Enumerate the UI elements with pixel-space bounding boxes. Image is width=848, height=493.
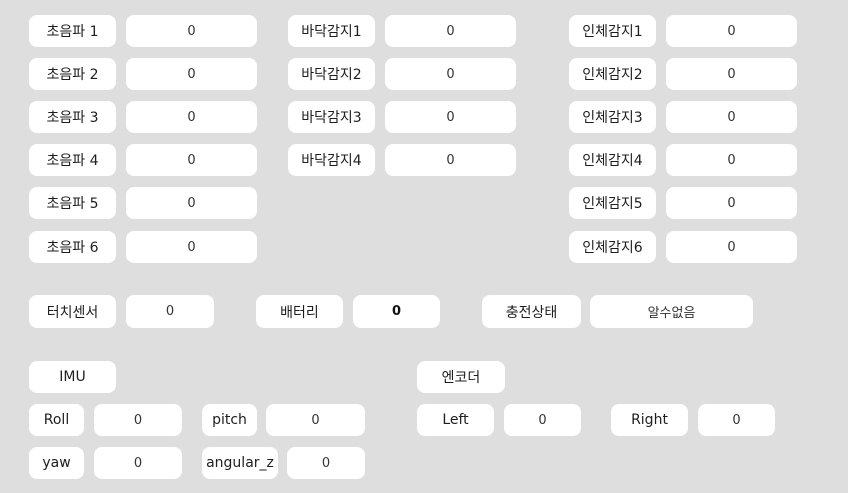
ultrasonic-3-value: 0 <box>126 101 257 133</box>
encoder-left-label: Left <box>417 404 494 436</box>
ultrasonic-4-label: 초음파 4 <box>29 144 116 176</box>
encoder-left-value: 0 <box>504 404 581 436</box>
charge-status-value: 알수없음 <box>590 295 753 328</box>
roll-value: 0 <box>94 404 182 436</box>
encoder-title: 엔코더 <box>417 361 505 393</box>
human-3-value: 0 <box>666 101 797 133</box>
human-6-label: 인체감지6 <box>569 231 656 263</box>
imu-title: IMU <box>29 361 116 393</box>
floor-1-value: 0 <box>385 15 516 47</box>
ultrasonic-1-label: 초음파 1 <box>29 15 116 47</box>
encoder-right-value: 0 <box>698 404 775 436</box>
human-3-label: 인체감지3 <box>569 101 656 133</box>
yaw-value: 0 <box>94 447 182 479</box>
charge-status-label: 충전상태 <box>482 295 581 328</box>
ultrasonic-5-value: 0 <box>126 187 257 219</box>
floor-2-value: 0 <box>385 58 516 90</box>
pitch-label: pitch <box>202 404 257 436</box>
yaw-label: yaw <box>29 447 84 479</box>
floor-3-value: 0 <box>385 101 516 133</box>
pitch-value: 0 <box>266 404 365 436</box>
ultrasonic-2-label: 초음파 2 <box>29 58 116 90</box>
ultrasonic-6-label: 초음파 6 <box>29 231 116 263</box>
floor-3-label: 바닥감지3 <box>288 101 375 133</box>
floor-1-label: 바닥감지1 <box>288 15 375 47</box>
human-6-value: 0 <box>666 231 797 263</box>
ultrasonic-3-label: 초음파 3 <box>29 101 116 133</box>
ultrasonic-2-value: 0 <box>126 58 257 90</box>
touch-sensor-label: 터치센서 <box>29 295 116 328</box>
ultrasonic-5-label: 초음파 5 <box>29 187 116 219</box>
human-2-value: 0 <box>666 58 797 90</box>
angular-z-label: angular_z <box>202 447 278 479</box>
battery-value: 0 <box>353 295 440 328</box>
battery-label: 배터리 <box>256 295 343 328</box>
floor-4-label: 바닥감지4 <box>288 144 375 176</box>
ultrasonic-1-value: 0 <box>126 15 257 47</box>
roll-label: Roll <box>29 404 84 436</box>
human-5-label: 인체감지5 <box>569 187 656 219</box>
floor-2-label: 바닥감지2 <box>288 58 375 90</box>
human-5-value: 0 <box>666 187 797 219</box>
human-1-value: 0 <box>666 15 797 47</box>
human-4-label: 인체감지4 <box>569 144 656 176</box>
ultrasonic-4-value: 0 <box>126 144 257 176</box>
ultrasonic-6-value: 0 <box>126 231 257 263</box>
human-1-label: 인체감지1 <box>569 15 656 47</box>
touch-sensor-value: 0 <box>126 295 214 328</box>
angular-z-value: 0 <box>287 447 365 479</box>
floor-4-value: 0 <box>385 144 516 176</box>
human-4-value: 0 <box>666 144 797 176</box>
encoder-right-label: Right <box>611 404 688 436</box>
human-2-label: 인체감지2 <box>569 58 656 90</box>
